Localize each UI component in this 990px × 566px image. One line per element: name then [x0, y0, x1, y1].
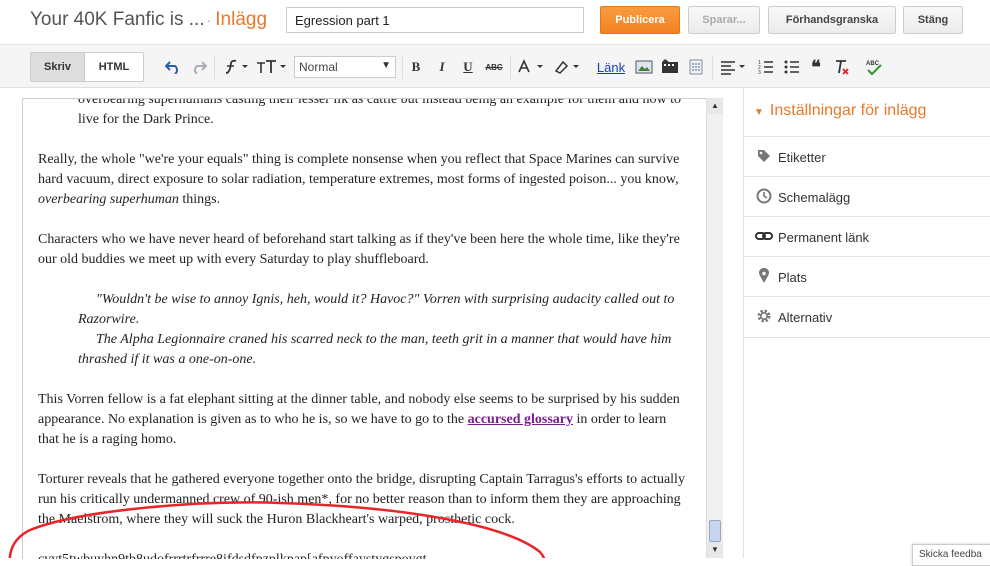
sidebar-item-options[interactable]: Alternativ	[744, 296, 990, 338]
glossary-link[interactable]: accursed glossary	[468, 412, 573, 427]
underline-icon[interactable]: U	[458, 57, 478, 77]
gear-icon	[750, 308, 778, 327]
format-select-value: Normal	[299, 60, 338, 74]
paragraph-text: Really, the whole "we're your equals" th…	[38, 152, 680, 187]
save-button[interactable]: Sparar...	[688, 6, 760, 34]
settings-heading[interactable]: ▼ Inställningar för inlägg	[754, 102, 926, 120]
tag-icon	[750, 149, 778, 166]
header-bar: Your 40K Fanfic is ...·Inlägg Publicera …	[0, 0, 990, 45]
preview-button[interactable]: Förhandsgranska	[768, 6, 896, 34]
paragraph-text: things.	[178, 192, 221, 207]
format-select[interactable]: Normal ▼	[294, 56, 396, 78]
scroll-up-icon[interactable]: ▲	[707, 98, 723, 114]
quote-line: "Wouldn't be wise to annoy Ignis, heh, w…	[78, 292, 675, 327]
highlight-icon[interactable]	[552, 57, 584, 77]
post-editor[interactable]: overbearing superhumans casting their le…	[22, 98, 723, 559]
editor-scrollbar[interactable]: ▲ ▼	[706, 98, 723, 558]
sidebar-item-label: Alternativ	[778, 309, 833, 325]
post-settings-sidebar: ▼ Inställningar för inlägg Etiketter Sche…	[743, 88, 990, 558]
quote-icon[interactable]: ❝	[806, 57, 826, 77]
paragraph[interactable]: overbearing superhumans casting their le…	[78, 99, 688, 130]
feedback-tooltip[interactable]: Skicka feedba	[912, 544, 990, 566]
blog-name[interactable]: Your 40K Fanfic is ...	[30, 9, 205, 30]
title-separator: ·	[206, 12, 212, 28]
jump-break-icon[interactable]	[686, 57, 706, 77]
toolbar-divider	[712, 55, 713, 79]
sidebar-item-location[interactable]: Plats	[744, 256, 990, 297]
scrollbar-thumb[interactable]	[709, 520, 721, 542]
editor-toolbar: Skriv HTML Normal ▼ B I U ABC Länk 123 ❝…	[0, 45, 990, 88]
sidebar-item-label: Permanent länk	[778, 229, 870, 245]
publish-button[interactable]: Publicera	[600, 6, 680, 34]
bold-icon[interactable]: B	[406, 57, 426, 77]
post-body[interactable]: overbearing superhumans casting their le…	[38, 99, 688, 559]
toolbar-divider	[402, 55, 403, 79]
toolbar-divider	[214, 55, 215, 79]
video-icon[interactable]	[660, 57, 680, 77]
link-button[interactable]: Länk	[594, 57, 628, 77]
bullet-list-icon[interactable]	[782, 57, 802, 77]
paragraph[interactable]: Really, the whole "we're your equals" th…	[38, 150, 688, 210]
quote-line: The Alpha Legionnaire craned his scarred…	[78, 332, 672, 367]
paragraph[interactable]: Characters who we have never heard of be…	[38, 230, 688, 270]
redo-icon[interactable]	[189, 57, 209, 77]
strikethrough-icon[interactable]: ABC	[482, 57, 506, 77]
clear-format-icon[interactable]	[832, 57, 852, 77]
paragraph[interactable]: Torturer reveals that he gathered everyo…	[38, 470, 688, 530]
clock-icon	[750, 188, 778, 207]
section-label[interactable]: Inlägg	[215, 9, 267, 30]
image-icon[interactable]	[634, 57, 654, 77]
compose-mode-button[interactable]: Skriv	[30, 52, 85, 82]
post-title-input[interactable]	[286, 7, 584, 33]
toolbar-divider	[510, 55, 511, 79]
align-icon[interactable]	[718, 57, 750, 77]
undo-icon[interactable]	[163, 57, 183, 77]
font-size-icon[interactable]	[256, 57, 290, 77]
paragraph[interactable]: This Vorren fellow is a fat elephant sit…	[38, 390, 688, 450]
scroll-down-icon[interactable]: ▼	[707, 542, 723, 558]
sidebar-item-labels[interactable]: Etiketter	[744, 136, 990, 177]
italic-icon[interactable]: I	[432, 57, 452, 77]
numbered-list-icon[interactable]: 123	[756, 57, 776, 77]
sidebar-item-label: Schemalägg	[778, 189, 851, 205]
spellcheck-icon[interactable]: ABC	[864, 57, 884, 77]
link-icon	[750, 229, 778, 245]
svg-text:3: 3	[758, 70, 761, 75]
spellcheck-label: ABC	[866, 61, 880, 67]
html-mode-button[interactable]: HTML	[84, 52, 144, 82]
text-color-icon[interactable]	[516, 57, 548, 77]
location-pin-icon	[750, 267, 778, 287]
chevron-down-icon: ▼	[381, 60, 391, 71]
sidebar-item-schedule[interactable]: Schemalägg	[744, 176, 990, 217]
close-button[interactable]: Stäng	[903, 6, 963, 34]
settings-heading-label: Inställningar för inlägg	[769, 102, 927, 119]
blog-title[interactable]: Your 40K Fanfic is ... · Inlägg	[30, 9, 267, 31]
paragraph-italic-text: overbearing superhuman	[38, 192, 179, 207]
sidebar-item-permalink[interactable]: Permanent länk	[744, 216, 990, 257]
font-family-icon[interactable]	[222, 57, 252, 77]
sidebar-item-label: Plats	[778, 269, 807, 285]
sidebar-item-label: Etiketter	[778, 149, 826, 165]
triangle-down-icon: ▼	[754, 107, 764, 118]
block-quote[interactable]: "Wouldn't be wise to annoy Ignis, heh, w…	[78, 290, 688, 370]
